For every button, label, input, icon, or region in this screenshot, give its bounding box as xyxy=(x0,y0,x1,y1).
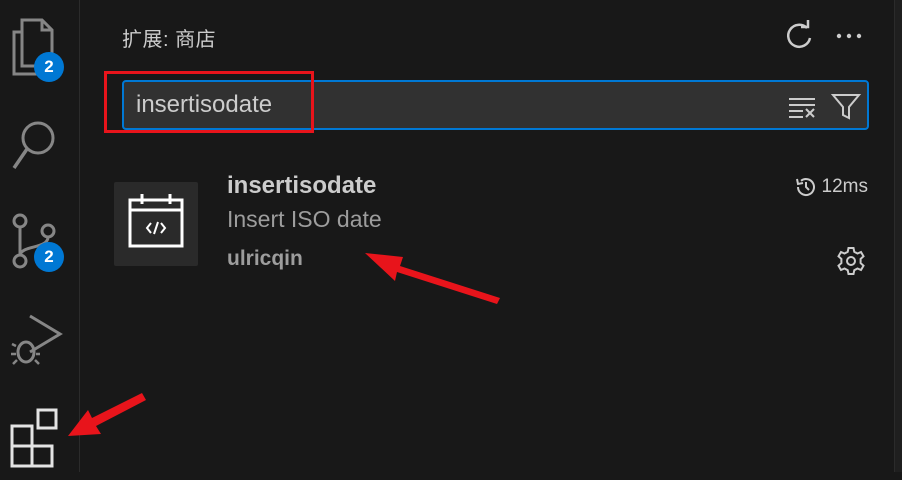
extension-name: insertisodate xyxy=(227,172,377,199)
history-icon xyxy=(795,178,815,196)
extensions-icon xyxy=(10,408,58,468)
extensions-search-box[interactable] xyxy=(122,80,869,130)
editor-edge xyxy=(894,0,902,472)
search-button[interactable] xyxy=(0,110,80,190)
source-control-button[interactable]: 2 xyxy=(0,205,80,285)
extensions-view: 扩展: 商店 insertisodate insertisodate Inser… xyxy=(81,0,894,472)
clear-filter-button[interactable] xyxy=(786,90,818,122)
filter-button[interactable] xyxy=(830,90,862,122)
run-debug-button[interactable] xyxy=(0,300,80,380)
activation-time-label: 12ms xyxy=(821,176,868,197)
explorer-button[interactable]: 2 xyxy=(0,10,80,90)
extension-publisher[interactable]: ulricqin xyxy=(227,247,303,271)
activation-time: 12ms xyxy=(794,175,868,199)
refresh-button[interactable] xyxy=(781,18,817,54)
clear-filter-icon xyxy=(789,98,815,118)
gear-icon xyxy=(837,247,865,275)
extension-logo xyxy=(114,182,198,266)
search-icon xyxy=(12,121,55,169)
explorer-badge: 2 xyxy=(34,52,64,82)
search-input[interactable] xyxy=(136,86,756,124)
extension-list-item[interactable]: insertisodate Insert ISO date ulricqin 1… xyxy=(81,160,894,280)
ellipsis-icon xyxy=(836,33,862,39)
activity-bar: 2 2 xyxy=(0,0,80,472)
extensions-button[interactable] xyxy=(0,400,80,480)
view-title: 扩展: 商店 xyxy=(122,29,217,51)
more-actions-button[interactable] xyxy=(831,18,867,54)
refresh-icon xyxy=(786,20,812,48)
scm-badge: 2 xyxy=(34,242,64,272)
calendar-code-icon xyxy=(128,194,184,248)
extension-description: Insert ISO date xyxy=(227,206,382,232)
manage-extension-button[interactable] xyxy=(835,245,867,277)
filter-icon xyxy=(830,94,862,120)
run-debug-icon xyxy=(11,314,63,365)
